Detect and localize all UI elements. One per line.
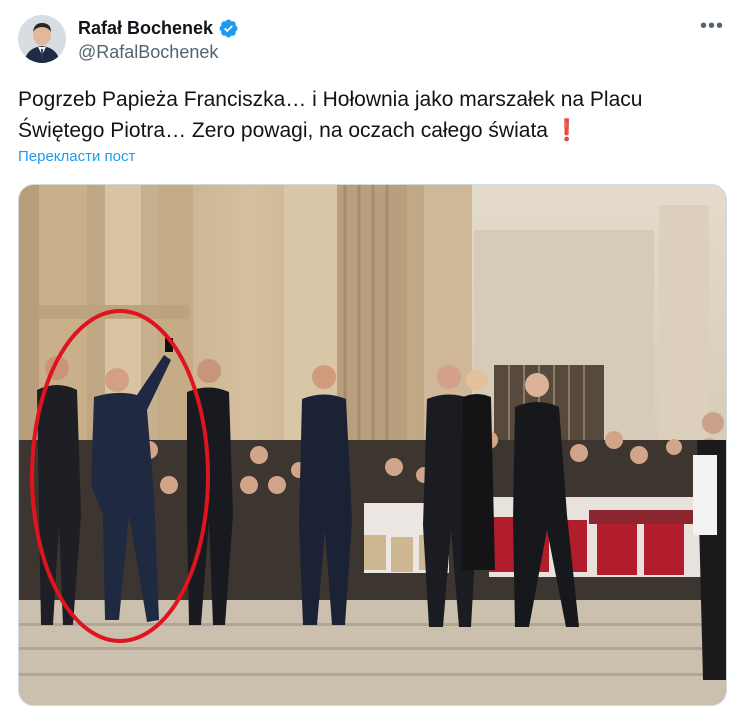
exclamation-emoji-icon: ❗ xyxy=(553,119,580,142)
tweet-text: Pogrzeb Papieża Franciszka… i Hołownia j… xyxy=(18,84,718,146)
tweet-text-line-2: Świętego Piotra… Zero powagi, na oczach … xyxy=(18,115,718,146)
tweet-text-line-2-text: Świętego Piotra… Zero powagi, na oczach … xyxy=(18,119,548,142)
translate-post-link[interactable]: Перекласти пост xyxy=(18,148,135,165)
tweet-card[interactable]: Rafał Bochenek @RafalBochenek ••• Pogrze… xyxy=(0,0,754,721)
verified-badge-icon xyxy=(219,19,238,37)
photo-scene xyxy=(19,185,726,705)
author-display-name[interactable]: Rafał Bochenek xyxy=(78,18,213,39)
steps xyxy=(19,600,726,705)
tweet-photo[interactable] xyxy=(18,184,727,706)
author-handle[interactable]: @RafalBochenek xyxy=(78,42,218,63)
tweet-text-line-1: Pogrzeb Papieża Franciszka… i Hołownia j… xyxy=(18,88,643,111)
author-name-row[interactable]: Rafał Bochenek xyxy=(78,16,239,40)
more-options-button[interactable]: ••• xyxy=(698,12,726,40)
avatar-image xyxy=(18,15,66,63)
avatar[interactable] xyxy=(18,15,66,63)
